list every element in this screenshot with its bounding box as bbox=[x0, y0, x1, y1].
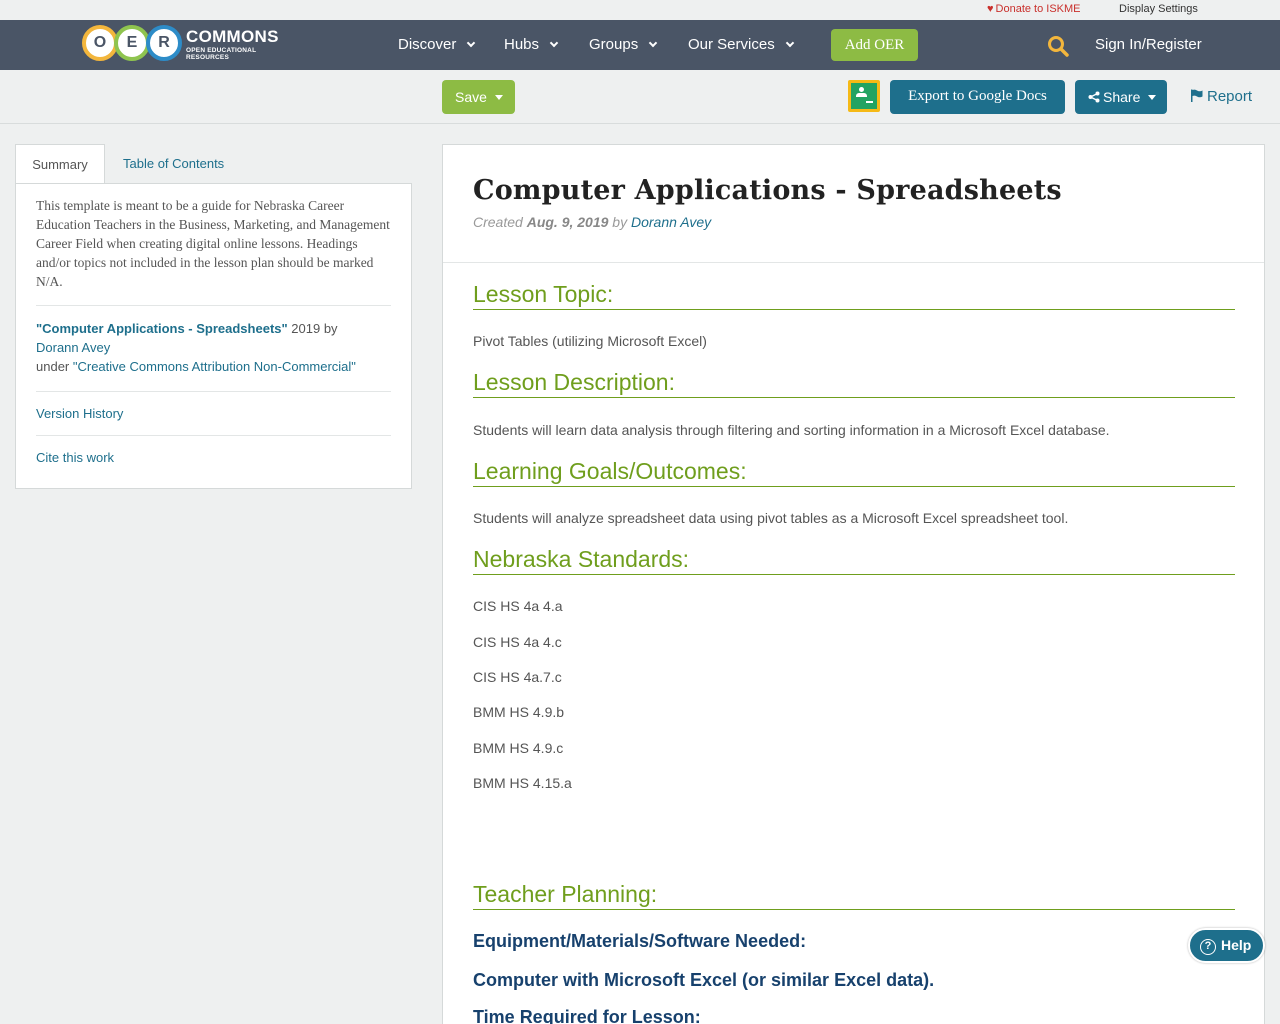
oer-commons-logo[interactable]: O E R COMMONS OPEN EDUCATIONAL RESOURCES bbox=[82, 25, 292, 61]
section-heading: Teacher Planning: bbox=[473, 883, 1235, 910]
sign-in-register-link[interactable]: Sign In/Register bbox=[1095, 36, 1202, 53]
resource-toolbar: Save Export to Google Docs Share Report bbox=[0, 70, 1280, 124]
standard-item: BMM HS 4.9.b bbox=[473, 704, 565, 720]
logo-letter-o: O bbox=[82, 25, 118, 61]
nav-discover[interactable]: Discover bbox=[398, 36, 476, 53]
section-heading: Lesson Topic: bbox=[473, 283, 1235, 310]
chevron-down-icon bbox=[648, 38, 658, 48]
share-button[interactable]: Share bbox=[1075, 80, 1167, 114]
nav-discover-label: Discover bbox=[398, 36, 457, 53]
version-history-link[interactable]: Version History bbox=[36, 406, 123, 421]
chevron-down-icon bbox=[785, 38, 794, 48]
nav-our-services[interactable]: Our Services bbox=[688, 36, 794, 53]
tab-summary[interactable]: Summary bbox=[15, 144, 105, 184]
share-label: Share bbox=[1103, 89, 1141, 105]
heart-icon: ♥ bbox=[987, 3, 994, 15]
goals-text: Students will analyze spreadsheet data u… bbox=[473, 510, 1069, 526]
logo-word: COMMONS bbox=[186, 27, 279, 46]
donate-label: Donate to ISKME bbox=[995, 3, 1081, 15]
standard-item: CIS HS 4a.7.c bbox=[473, 669, 562, 685]
chevron-down-icon bbox=[549, 38, 559, 48]
author-link[interactable]: Dorann Avey bbox=[631, 214, 711, 230]
created-meta: Created Aug. 9, 2019 by Dorann Avey bbox=[473, 214, 711, 230]
add-oer-button[interactable]: Add OER bbox=[831, 29, 918, 61]
main-nav: O E R COMMONS OPEN EDUCATIONAL RESOURCES… bbox=[0, 20, 1280, 70]
utility-bar: ♥ Donate to ISKME Display Settings bbox=[0, 0, 1280, 20]
description-text: Students will learn data analysis throug… bbox=[473, 422, 1110, 438]
display-settings-link[interactable]: Display Settings bbox=[1119, 3, 1198, 15]
created-date: Aug. 9, 2019 bbox=[526, 214, 609, 230]
standard-item: CIS HS 4a 4.c bbox=[473, 634, 562, 650]
report-label: Report bbox=[1207, 88, 1253, 105]
nav-hubs-label: Hubs bbox=[504, 36, 540, 53]
license-under: under bbox=[36, 359, 73, 374]
share-icon bbox=[1088, 91, 1100, 103]
logo-letter-r: R bbox=[146, 25, 182, 61]
standard-item: BMM HS 4.15.a bbox=[473, 775, 572, 791]
section-heading: Nebraska Standards: bbox=[473, 548, 1235, 575]
flag-icon bbox=[1191, 89, 1203, 102]
sidebar-tabs: Summary Table of Contents bbox=[15, 144, 412, 184]
save-label: Save bbox=[455, 89, 487, 105]
equipment-heading: Equipment/Materials/Software Needed: bbox=[473, 931, 807, 951]
google-classroom-icon[interactable] bbox=[848, 80, 880, 112]
help-label: Help bbox=[1221, 937, 1252, 953]
tab-table-of-contents[interactable]: Table of Contents bbox=[123, 144, 224, 184]
donate-link[interactable]: ♥ Donate to ISKME bbox=[987, 3, 1081, 15]
logo-subtitle: OPEN EDUCATIONAL RESOURCES bbox=[186, 47, 257, 61]
by-label: by bbox=[608, 214, 631, 230]
chevron-down-icon bbox=[467, 38, 476, 48]
question-icon: ? bbox=[1200, 939, 1216, 955]
export-google-docs-button[interactable]: Export to Google Docs bbox=[890, 80, 1065, 114]
page-title: Computer Applications - Spreadsheets bbox=[473, 175, 1062, 206]
nav-groups-label: Groups bbox=[589, 36, 639, 53]
author-link[interactable]: Dorann Avey bbox=[36, 340, 110, 355]
cite-link[interactable]: Cite this work bbox=[36, 450, 114, 465]
help-button[interactable]: ? Help bbox=[1188, 928, 1265, 963]
caret-down-icon bbox=[1148, 95, 1157, 100]
resource-header: Computer Applications - Spreadsheets Cre… bbox=[443, 145, 1264, 263]
summary-text: This template is meant to be a guide for… bbox=[36, 198, 390, 289]
report-link[interactable]: Report bbox=[1190, 88, 1252, 105]
license-info: "Computer Applications - Spreadsheets" 2… bbox=[36, 306, 391, 391]
topic-text: Pivot Tables (utilizing Microsoft Excel) bbox=[473, 333, 707, 349]
caret-down-icon bbox=[494, 95, 503, 100]
license-link[interactable]: "Creative Commons Attribution Non-Commer… bbox=[73, 359, 356, 374]
nav-our-services-label: Our Services bbox=[688, 36, 775, 53]
resource-card: Computer Applications - Spreadsheets Cre… bbox=[442, 144, 1265, 1024]
standard-item: BMM HS 4.9.c bbox=[473, 740, 564, 756]
logo-letter-e: E bbox=[114, 25, 150, 61]
search-icon[interactable] bbox=[1047, 35, 1069, 57]
section-heading: Lesson Description: bbox=[473, 371, 1235, 398]
save-button[interactable]: Save bbox=[442, 80, 515, 114]
computer-text: Computer with Microsoft Excel (or simila… bbox=[473, 970, 935, 990]
nav-hubs[interactable]: Hubs bbox=[504, 36, 559, 53]
created-label: Created bbox=[473, 214, 527, 230]
sidebar: Summary Table of Contents This template … bbox=[15, 144, 412, 489]
nav-groups[interactable]: Groups bbox=[589, 36, 658, 53]
resource-title-link[interactable]: "Computer Applications - Spreadsheets" bbox=[36, 321, 288, 336]
standard-item: CIS HS 4a 4.a bbox=[473, 598, 563, 614]
section-heading: Learning Goals/Outcomes: bbox=[473, 460, 1235, 487]
time-heading: Time Required for Lesson: bbox=[473, 1007, 701, 1024]
license-year: 2019 by bbox=[287, 321, 338, 336]
summary-panel: This template is meant to be a guide for… bbox=[15, 183, 412, 489]
